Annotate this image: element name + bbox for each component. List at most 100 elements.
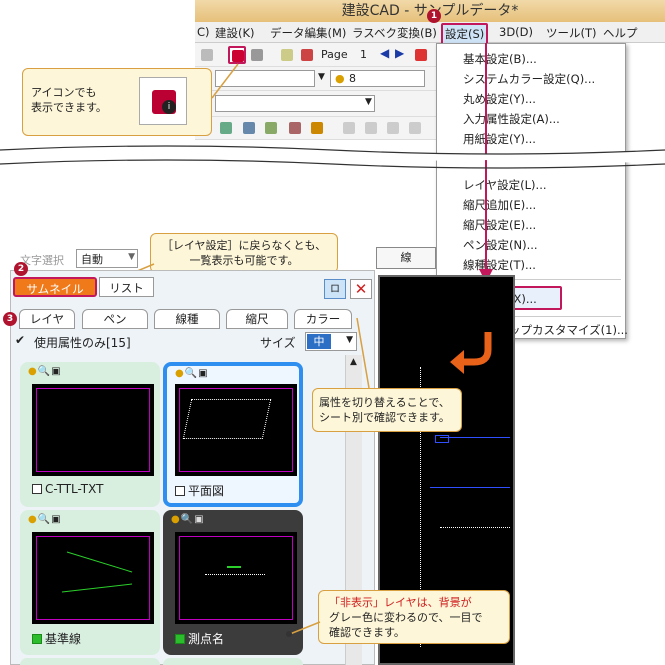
bulb-icon: ● xyxy=(28,366,38,377)
thumb-label-text: 測点名 xyxy=(188,632,225,646)
line-tool3-icon[interactable] xyxy=(387,122,399,134)
thumb-label: 基準線 xyxy=(32,630,81,647)
paint-icon[interactable] xyxy=(311,122,323,134)
print-icon[interactable] xyxy=(301,49,313,61)
menu-item-tools[interactable]: ツール(T) xyxy=(546,25,597,41)
menu-item-settings[interactable]: 設定(S) xyxy=(441,23,489,45)
page-label: Page xyxy=(321,48,348,61)
visibility-checkbox[interactable] xyxy=(175,634,185,644)
search-icon: 🔍 xyxy=(37,366,52,377)
line-tool4-icon[interactable] xyxy=(409,122,421,134)
thumb-icons: ●🔍▣ xyxy=(171,514,205,525)
chevron-down-icon[interactable]: ▼ xyxy=(346,335,353,345)
menu-item-3d[interactable]: 3D(D) xyxy=(499,25,533,39)
select-mode-value: 自動 xyxy=(81,253,103,266)
thumb-preview xyxy=(175,384,297,476)
chevron-down-icon[interactable]: ▼ xyxy=(128,252,135,262)
layer-select[interactable]: ● 8 xyxy=(330,70,425,87)
next-page-icon[interactable]: ▶ xyxy=(395,46,404,60)
step-badge-1: 1 xyxy=(427,9,441,23)
break-wave xyxy=(0,145,665,169)
layer-thumbnail[interactable]: ●🔍▣ 基準線 xyxy=(20,510,160,655)
line-tool-icon[interactable] xyxy=(343,122,355,134)
line-button[interactable]: 線 xyxy=(376,247,436,269)
thumb-label: 平面図 xyxy=(175,482,224,499)
menu-item-data-edit[interactable]: データ編集(M) xyxy=(270,25,346,41)
bulb-icon: ● xyxy=(335,72,345,85)
thumb-preview xyxy=(32,384,154,476)
close-icon[interactable]: ✕ xyxy=(350,279,372,299)
print-icon: ▣ xyxy=(51,514,62,525)
attr-callout-line2: シート別で確認できます。 xyxy=(319,411,450,424)
layer-thumbnail-large-icon: i xyxy=(139,77,187,125)
dimension-icon[interactable] xyxy=(243,122,255,134)
callout-leader-icon xyxy=(356,317,370,389)
layer-settings-callout: ［レイヤ設定］に戻らなくとも、 一覧表示も可能です。 xyxy=(150,233,338,273)
thumb-label-text: C-TTL-TXT xyxy=(45,482,104,496)
bulb-icon: ● xyxy=(28,514,38,525)
attr-tab-scale[interactable]: 縮尺 xyxy=(226,309,288,329)
page-grid-icon[interactable] xyxy=(415,49,427,61)
thumb-label: C-TTL-TXT xyxy=(32,482,103,496)
arc-icon[interactable] xyxy=(265,122,277,134)
line-tool2-icon[interactable] xyxy=(365,122,377,134)
layer-callout-line1: ［レイヤ設定］に戻らなくとも、 xyxy=(161,239,327,252)
thumb-icons: ●🔍▣ xyxy=(28,514,62,525)
attr-tab-linetype[interactable]: 線種 xyxy=(154,309,220,329)
menu-item-c[interactable]: C) xyxy=(197,25,210,39)
page-number: 1 xyxy=(360,48,367,61)
menu-item-help[interactable]: ヘルプ xyxy=(603,25,638,41)
attr-tab-color[interactable]: カラー xyxy=(294,309,352,329)
step-badge-2: 2 xyxy=(14,262,28,276)
attr-tab-layer[interactable]: レイヤ xyxy=(19,309,75,329)
toolbar-row-4 xyxy=(195,117,436,140)
menu-item-rasvec[interactable]: ラスベク変換(B) xyxy=(352,25,437,41)
layer-thumbnail-hidden[interactable]: ●🔍▣ 測点名 xyxy=(163,510,303,655)
layer-thumbnail-selected[interactable]: ●🔍▣ 平面図 xyxy=(163,362,303,507)
search-icon: 🔍 xyxy=(37,514,52,525)
tab-list[interactable]: リスト xyxy=(99,277,154,297)
hidden-callout-line2: グレー色に変わるので、一目で xyxy=(329,611,483,624)
print-icon: ▣ xyxy=(194,514,205,525)
hidden-callout-line1: 「非表示」レイヤは、背景が xyxy=(329,596,472,609)
print-icon: ▣ xyxy=(198,368,209,379)
callout-leader-icon xyxy=(286,621,321,637)
redo-icon[interactable] xyxy=(201,49,213,61)
menu-item-kensetsu[interactable]: 建設(K) xyxy=(215,25,255,41)
visibility-checkbox[interactable] xyxy=(32,484,42,494)
visibility-checkbox[interactable] xyxy=(32,634,42,644)
attr-callout-line1: 属性を切り替えることで、 xyxy=(319,396,450,409)
chevron-down-icon[interactable]: ▼ xyxy=(318,72,325,82)
hidden-layer-callout: 「非表示」レイヤは、背景が グレー色に変わるので、一目で 確認できます。 xyxy=(318,590,510,644)
attr-tab-pen[interactable]: ペン xyxy=(82,309,148,329)
tool-icon[interactable] xyxy=(289,122,301,134)
thumb-icons: ●🔍▣ xyxy=(28,366,62,377)
zoom-icon[interactable] xyxy=(251,49,263,61)
tab-thumbnail[interactable]: サムネイル xyxy=(13,277,97,297)
pin-button[interactable]: ロ xyxy=(324,279,346,299)
prev-page-icon[interactable]: ◀ xyxy=(380,46,389,60)
callout-leader-icon xyxy=(211,63,239,99)
use-attr-only-checkbox[interactable]: ✔ xyxy=(15,333,25,347)
measure-icon[interactable] xyxy=(220,122,232,134)
layer-thumbnail-partial xyxy=(163,658,303,665)
layer-thumbnail[interactable]: ●🔍▣ C-TTL-TXT xyxy=(20,362,160,507)
thumb-label: 測点名 xyxy=(175,630,224,647)
chevron-down-icon[interactable]: ▼ xyxy=(365,97,372,107)
thumb-preview xyxy=(175,532,297,624)
size-dropdown[interactable]: 中 ▼ xyxy=(305,332,357,351)
bulb-icon: ● xyxy=(171,514,181,525)
print-icon: ▣ xyxy=(51,366,62,377)
visibility-checkbox[interactable] xyxy=(175,486,185,496)
step-badge-3: 3 xyxy=(3,312,17,326)
attr-callout: 属性を切り替えることで、 シート別で確認できます。 xyxy=(312,388,462,432)
search-icon: 🔍 xyxy=(184,368,199,379)
hidden-callout-line3: 確認できます。 xyxy=(329,626,405,639)
edit-icon[interactable] xyxy=(281,49,293,61)
icon-callout: アイコンでも 表示できます。 i xyxy=(22,68,212,136)
select-mode-dropdown[interactable]: 自動 ▼ xyxy=(76,249,138,268)
layer-callout-line2: 一覧表示も可能です。 xyxy=(189,254,299,267)
layer-thumbnail-partial xyxy=(20,658,160,665)
thumb-icons: ●🔍▣ xyxy=(175,368,209,379)
thumb-preview xyxy=(32,532,154,624)
